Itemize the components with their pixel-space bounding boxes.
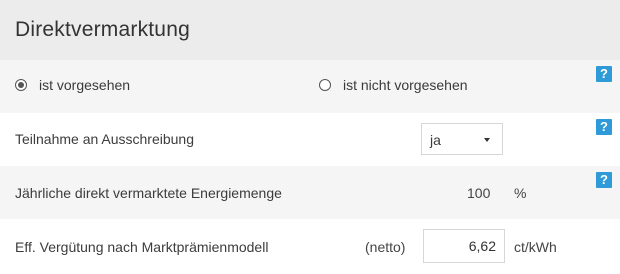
help-icon[interactable]: ? <box>596 172 612 188</box>
remuneration-input[interactable] <box>423 229 505 263</box>
help-icon[interactable]: ? <box>596 66 612 82</box>
energy-unit: % <box>514 185 527 201</box>
radio-label-nicht-vorgesehen: ist nicht vorgesehen <box>343 77 468 93</box>
radio-label-vorgesehen: ist vorgesehen <box>39 77 131 93</box>
energy-label: Jährliche direkt vermarktete Energiemeng… <box>15 185 282 201</box>
tender-select[interactable]: ja <box>421 123 503 155</box>
energy-value: 100 <box>467 185 491 201</box>
panel-title: Direktvermarktung <box>15 18 190 41</box>
tender-row: Teilnahme an Ausschreibung ja ? <box>0 113 620 166</box>
radio-option-nicht-vorgesehen[interactable]: ist nicht vorgesehen <box>319 77 468 93</box>
help-icon[interactable]: ? <box>596 119 612 135</box>
tender-select-value: ja <box>430 132 441 148</box>
direktvermarktung-panel: Direktvermarktung ist vorgesehen ist nic… <box>0 0 620 274</box>
remuneration-unit: ct/kWh <box>514 239 557 255</box>
remuneration-row: Eff. Vergütung nach Marktprämienmodell (… <box>0 219 620 274</box>
caret-down-icon <box>484 138 490 142</box>
remuneration-qualifier: (netto) <box>365 239 406 255</box>
energy-row: Jährliche direkt vermarktete Energiemeng… <box>0 166 620 219</box>
tender-label: Teilnahme an Ausschreibung <box>15 131 195 147</box>
remuneration-label: Eff. Vergütung nach Marktprämienmodell <box>15 239 269 255</box>
marketing-option-row: ist vorgesehen ist nicht vorgesehen ? <box>0 60 620 113</box>
radio-unselected-icon[interactable] <box>319 79 331 91</box>
radio-option-vorgesehen[interactable]: ist vorgesehen <box>15 77 130 93</box>
radio-selected-icon[interactable] <box>15 79 27 91</box>
panel-header: Direktvermarktung <box>0 0 620 60</box>
